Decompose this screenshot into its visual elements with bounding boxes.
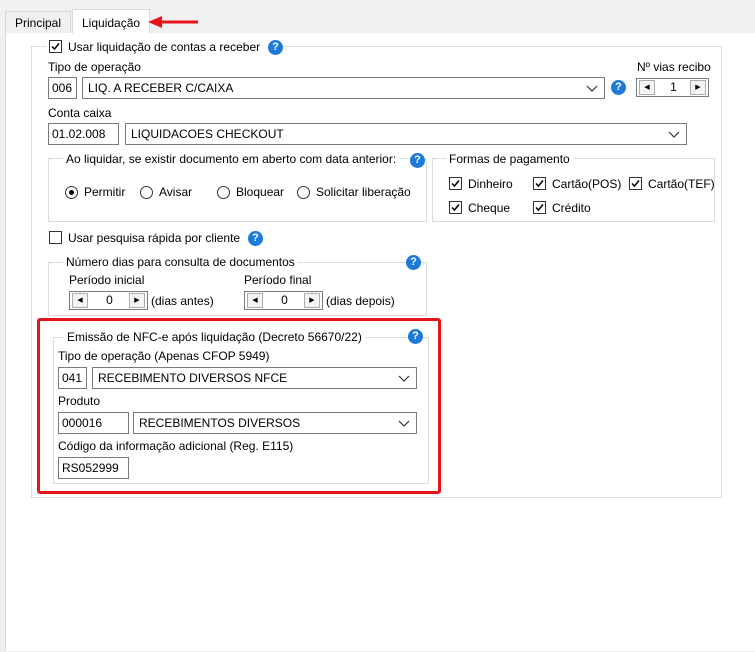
nfce-info-label: Código da informação adicional (Reg. E11…: [58, 439, 294, 453]
end-period-suffix: (dias depois): [326, 294, 395, 308]
payment-cheque-checkbox[interactable]: [449, 201, 462, 214]
cash-account-label: Conta caixa: [48, 106, 112, 120]
radio-avisar[interactable]: [140, 186, 153, 199]
checkmark-icon: [535, 180, 544, 188]
payment-credito-checkbox[interactable]: [533, 201, 546, 214]
receipt-copies-stepper[interactable]: ◀ 1 ▶: [636, 78, 709, 97]
decrement-button[interactable]: ◀: [247, 293, 263, 308]
decrement-button[interactable]: ◀: [72, 293, 88, 308]
tab-liquidacao[interactable]: Liquidação: [72, 9, 151, 35]
start-period-suffix: (dias antes): [151, 294, 214, 308]
payment-cartao-tef-label: Cartão(TEF): [648, 177, 715, 191]
payment-cartao-pos-label: Cartão(POS): [552, 177, 622, 191]
end-period-stepper[interactable]: ◀ 0 ▶: [244, 291, 323, 310]
checkmark-icon: [631, 180, 640, 188]
payment-dinheiro-label: Dinheiro: [468, 177, 513, 191]
radio-avisar-label: Avisar: [159, 185, 193, 199]
operation-type-label: Tipo de operação: [48, 60, 141, 74]
nfce-product-label: Produto: [58, 394, 101, 408]
operation-type-select[interactable]: LIQ. A RECEBER C/CAIXA: [82, 77, 605, 99]
quick-search-label: Usar pesquisa rápida por cliente: [68, 231, 241, 245]
use-liquidation-checkbox[interactable]: [49, 40, 62, 53]
checkmark-icon: [451, 180, 460, 188]
start-period-value: 0: [106, 293, 113, 307]
operation-type-code-input[interactable]: 006: [48, 77, 77, 99]
payment-cheque-label: Cheque: [468, 201, 511, 215]
nfce-operation-label: Tipo de operação (Apenas CFOP 5949): [58, 349, 270, 363]
payment-cartao-tef-checkbox[interactable]: [629, 177, 642, 190]
end-period-value: 0: [281, 293, 288, 307]
nfce-operation-code-input[interactable]: 041: [58, 367, 87, 389]
payment-dinheiro-checkbox[interactable]: [449, 177, 462, 190]
cash-account-select[interactable]: LIQUIDACOES CHECKOUT: [125, 123, 687, 145]
radio-solicitar-liberacao-label: Solicitar liberação: [316, 185, 411, 199]
chevron-down-icon: [398, 375, 410, 382]
radio-permitir[interactable]: [65, 186, 78, 199]
help-icon[interactable]: ?: [408, 329, 423, 344]
checkmark-icon: [451, 204, 460, 212]
start-period-label: Período inicial: [69, 273, 145, 287]
nfce-info-code-input[interactable]: RS052999: [58, 457, 129, 479]
increment-button[interactable]: ▶: [690, 80, 706, 95]
start-period-stepper[interactable]: ◀ 0 ▶: [69, 291, 148, 310]
tab-principal[interactable]: Principal: [5, 11, 72, 34]
end-period-label: Período final: [244, 273, 312, 287]
radio-permitir-label: Permitir: [84, 185, 126, 199]
radio-bloquear[interactable]: [217, 186, 230, 199]
receipt-copies-label: Nº vias recibo: [637, 60, 711, 74]
annotation-arrow-icon: [148, 16, 198, 28]
decrement-button[interactable]: ◀: [639, 80, 655, 95]
checkmark-icon: [51, 43, 60, 51]
days-range-legend: Número dias para consulta de documentos: [63, 255, 298, 269]
nfce-legend: Emissão de NFC-e após liquidação (Decret…: [64, 330, 365, 344]
increment-button[interactable]: ▶: [129, 293, 145, 308]
help-icon[interactable]: ?: [248, 231, 263, 246]
nfce-product-code-input[interactable]: 000016: [58, 412, 129, 434]
nfce-operation-select[interactable]: RECEBIMENTO DIVERSOS NFCE: [92, 367, 417, 389]
nfce-product-value: RECEBIMENTOS DIVERSOS: [139, 416, 301, 430]
increment-button[interactable]: ▶: [304, 293, 320, 308]
payment-cartao-pos-checkbox[interactable]: [533, 177, 546, 190]
help-icon[interactable]: ?: [406, 255, 421, 270]
chevron-down-icon: [668, 131, 680, 138]
help-icon[interactable]: ?: [268, 40, 283, 55]
radio-bloquear-label: Bloquear: [236, 185, 285, 199]
open-document-legend: Ao liquidar, se existir documento em abe…: [63, 152, 400, 166]
help-icon[interactable]: ?: [410, 153, 425, 168]
help-icon[interactable]: ?: [611, 80, 626, 95]
checkmark-icon: [535, 204, 544, 212]
operation-type-value: LIQ. A RECEBER C/CAIXA: [88, 81, 234, 95]
cash-account-code-input[interactable]: 01.02.008: [48, 123, 119, 145]
chevron-down-icon: [586, 85, 598, 92]
use-liquidation-label: Usar liquidação de contas a receber: [68, 40, 261, 54]
radio-solicitar-liberacao[interactable]: [297, 186, 310, 199]
nfce-product-select[interactable]: RECEBIMENTOS DIVERSOS: [133, 412, 417, 434]
cash-account-value: LIQUIDACOES CHECKOUT: [131, 127, 284, 141]
payment-methods-legend: Formas de pagamento: [446, 152, 573, 166]
chevron-down-icon: [398, 420, 410, 427]
nfce-operation-value: RECEBIMENTO DIVERSOS NFCE: [98, 371, 288, 385]
receipt-copies-value: 1: [670, 80, 677, 94]
quick-search-checkbox[interactable]: [49, 231, 62, 244]
payment-credito-label: Crédito: [552, 201, 591, 215]
